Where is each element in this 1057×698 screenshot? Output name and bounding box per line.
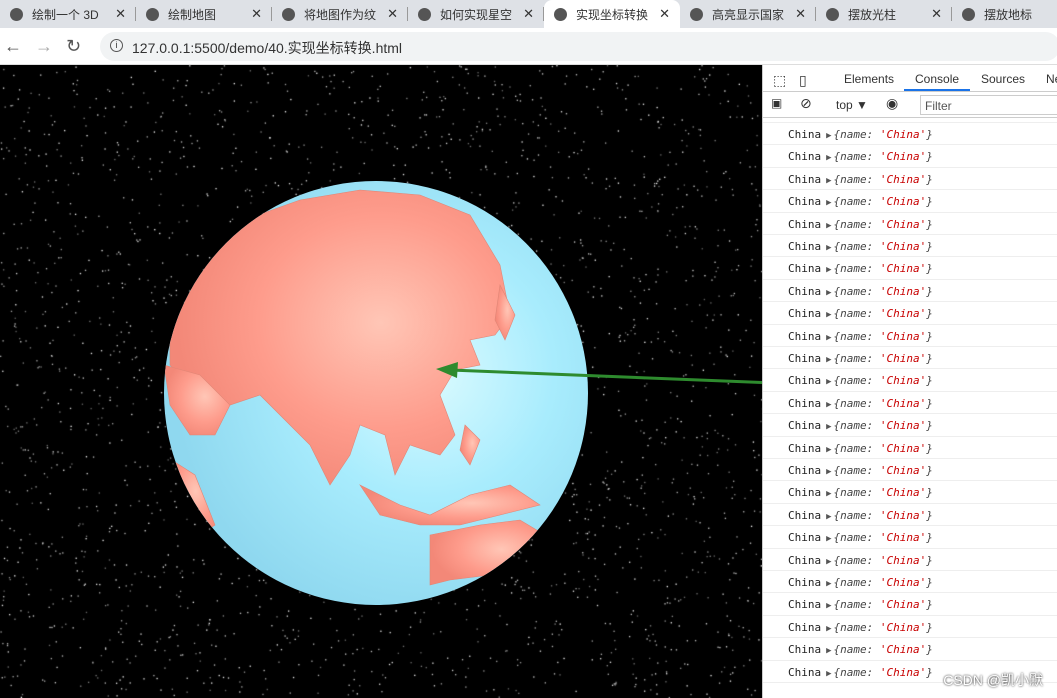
expand-triangle-icon[interactable]: ▶ xyxy=(826,579,831,589)
tab-sources[interactable]: Sources xyxy=(981,72,1025,86)
context-select[interactable]: top ▼ xyxy=(836,98,868,112)
expand-triangle-icon[interactable]: ▶ xyxy=(826,176,831,186)
expand-triangle-icon[interactable]: ▶ xyxy=(826,288,831,298)
console-row[interactable]: China▶{name: 'China'} xyxy=(763,504,1057,527)
expand-triangle-icon[interactable]: ▶ xyxy=(826,445,831,455)
console-toolbar: ▣ ⊘ top ▼ ◉ Filter xyxy=(763,92,1057,118)
browser-tab[interactable]: 摆放光柱 ✕ xyxy=(816,0,952,28)
close-icon[interactable]: ✕ xyxy=(115,6,126,22)
globe-icon xyxy=(690,7,703,21)
expand-triangle-icon[interactable]: ▶ xyxy=(826,512,831,522)
expand-triangle-icon[interactable]: ▶ xyxy=(826,646,831,656)
expand-triangle-icon[interactable]: ▶ xyxy=(826,669,831,679)
globe-icon xyxy=(146,7,159,21)
close-icon[interactable]: ✕ xyxy=(795,6,806,22)
expand-triangle-icon[interactable]: ▶ xyxy=(826,243,831,253)
expand-triangle-icon[interactable]: ▶ xyxy=(826,118,831,119)
expand-triangle-icon[interactable]: ▶ xyxy=(826,601,831,611)
expand-triangle-icon[interactable]: ▶ xyxy=(826,221,831,231)
webgl-canvas[interactable] xyxy=(0,65,762,698)
filter-input[interactable]: Filter xyxy=(920,95,1057,115)
browser-tab[interactable]: 将地图作为纹 ✕ xyxy=(272,0,408,28)
globe-icon xyxy=(282,7,295,21)
expand-triangle-icon[interactable]: ▶ xyxy=(826,310,831,320)
console-messages: China ▶ {name: 'China'} China ▶ {name: 'China… xyxy=(763,118,1057,698)
reload-icon[interactable]: ↻ xyxy=(66,36,81,57)
url-input[interactable]: i 127.0.0.1:5500/demo/40.实现坐标转换.html xyxy=(100,32,1057,61)
console-row[interactable]: China▶{name: 'China'} xyxy=(763,347,1057,370)
active-tab-underline xyxy=(904,89,970,91)
expand-triangle-icon[interactable]: ▶ xyxy=(826,131,831,141)
console-row[interactable]: China▶{name: 'China'} xyxy=(763,414,1057,437)
console-row[interactable]: China▶{name: 'China'} xyxy=(763,481,1057,504)
expand-triangle-icon[interactable]: ▶ xyxy=(826,534,831,544)
forward-icon[interactable]: → xyxy=(35,36,53,57)
watermark: CSDN @凯小默 xyxy=(943,672,1043,688)
clear-console-icon[interactable]: ⊘ xyxy=(800,95,812,112)
browser-tab[interactable]: 实现坐标转换 ✕ xyxy=(544,0,680,28)
devtools-tabs: ⬚ ▯ Elements Console Sources Ne xyxy=(763,65,1057,92)
close-icon[interactable]: ✕ xyxy=(659,6,670,22)
back-icon[interactable]: ← xyxy=(4,36,22,57)
console-row[interactable]: China▶{name: 'China'} xyxy=(763,257,1057,280)
expand-triangle-icon[interactable]: ▶ xyxy=(826,198,831,208)
tab-bar: 绘制一个 3D ✕ 绘制地图 ✕ 将地图作为纹 ✕ 如何实现星空 ✕ 实现坐标转换 ✕ 高亮显示国家… xyxy=(0,0,1057,28)
console-row[interactable]: China▶{name: 'China'} xyxy=(763,302,1057,325)
browser-tab[interactable]: 高亮显示国家 ✕ xyxy=(680,0,816,28)
console-row[interactable]: China▶{name: 'China'} xyxy=(763,325,1057,347)
globe-icon xyxy=(826,7,839,21)
info-icon[interactable]: i xyxy=(110,39,123,52)
sidebar-toggle-icon[interactable]: ▣ xyxy=(771,96,782,110)
expand-triangle-icon[interactable]: ▶ xyxy=(826,489,831,499)
console-row[interactable]: China▶{name: 'China'} xyxy=(763,526,1057,549)
expand-triangle-icon[interactable]: ▶ xyxy=(826,377,831,387)
expand-triangle-icon[interactable]: ▶ xyxy=(826,265,831,275)
console-row[interactable]: China▶{name: 'China'} xyxy=(763,280,1057,303)
expand-triangle-icon[interactable]: ▶ xyxy=(826,467,831,477)
tab-console[interactable]: Console xyxy=(915,72,959,86)
expand-triangle-icon[interactable]: ▶ xyxy=(826,333,831,343)
console-row[interactable]: China▶{name: 'China'} xyxy=(763,235,1057,258)
devtools-panel: ⬚ ▯ Elements Console Sources Ne ▣ ⊘ top … xyxy=(762,65,1057,698)
expand-triangle-icon[interactable]: ▶ xyxy=(826,400,831,410)
globe-scene xyxy=(164,181,762,605)
close-icon[interactable]: ✕ xyxy=(387,6,398,22)
close-icon[interactable]: ✕ xyxy=(523,6,534,22)
console-row[interactable]: China▶{name: 'China'} xyxy=(763,437,1057,459)
address-bar: ← → ↻ i 127.0.0.1:5500/demo/40.实现坐标转换.htm… xyxy=(0,28,1057,65)
globe-icon xyxy=(418,7,431,21)
console-row[interactable]: China▶{name: 'China'} xyxy=(763,638,1057,661)
console-row[interactable]: China▶{name: 'China'} xyxy=(763,593,1057,616)
console-row[interactable]: China▶{name: 'China'} xyxy=(763,168,1057,191)
tab-elements[interactable]: Elements xyxy=(844,72,894,86)
browser-tab[interactable]: 绘制一个 3D ✕ xyxy=(0,0,136,28)
console-row[interactable]: China▶{name: 'China'} xyxy=(763,549,1057,571)
expand-triangle-icon[interactable]: ▶ xyxy=(826,355,831,365)
globe-icon xyxy=(554,7,567,21)
expand-triangle-icon[interactable]: ▶ xyxy=(826,153,831,163)
device-toggle-icon[interactable]: ▯ xyxy=(799,72,807,89)
close-icon[interactable]: ✕ xyxy=(251,6,262,22)
console-row[interactable]: China▶{name: 'China'} xyxy=(763,571,1057,594)
tab-network[interactable]: Ne xyxy=(1046,72,1057,86)
console-row[interactable]: China▶{name: 'China'} xyxy=(763,459,1057,482)
browser-tab[interactable]: 摆放地标 xyxy=(952,0,1057,28)
expand-triangle-icon[interactable]: ▶ xyxy=(826,624,831,634)
inspect-icon[interactable]: ⬚ xyxy=(773,72,786,89)
globe-icon xyxy=(10,7,23,21)
console-row[interactable]: China▶{name: 'China'} xyxy=(763,145,1057,168)
close-icon[interactable]: ✕ xyxy=(931,6,942,22)
console-row[interactable]: China▶{name: 'China'} xyxy=(763,213,1057,235)
console-row[interactable]: China▶{name: 'China'} xyxy=(763,369,1057,392)
expand-triangle-icon[interactable]: ▶ xyxy=(826,422,831,432)
expand-triangle-icon[interactable]: ▶ xyxy=(826,557,831,567)
eye-icon[interactable]: ◉ xyxy=(886,95,898,112)
browser-tab[interactable]: 绘制地图 ✕ xyxy=(136,0,272,28)
console-row[interactable]: China▶{name: 'China'} xyxy=(763,190,1057,213)
console-row[interactable]: China▶{name: 'China'} xyxy=(763,123,1057,146)
globe-icon xyxy=(962,7,975,21)
console-row[interactable]: China▶{name: 'China'} xyxy=(763,392,1057,415)
browser-tab[interactable]: 如何实现星空 ✕ xyxy=(408,0,544,28)
console-row[interactable]: China▶{name: 'China'} xyxy=(763,616,1057,639)
